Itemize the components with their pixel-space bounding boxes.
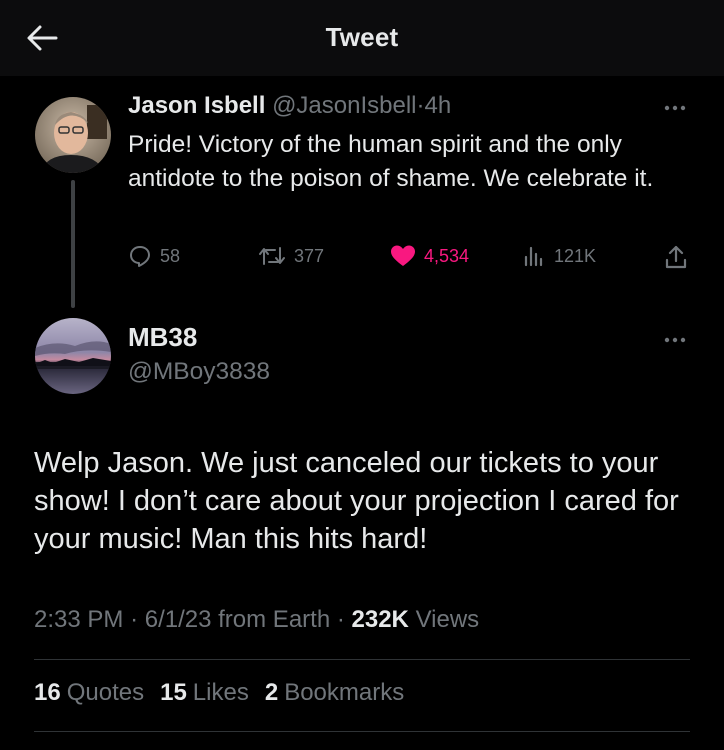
more-options-button[interactable] — [660, 100, 690, 116]
author-handle[interactable]: @JasonIsbell — [272, 92, 416, 119]
share-icon — [665, 245, 687, 269]
avatar-photo-jason — [35, 97, 111, 173]
views-button[interactable]: 121K — [522, 244, 596, 268]
heart-icon — [391, 245, 415, 266]
reply-button[interactable]: 58 — [128, 244, 180, 268]
likes-count: 15 — [160, 679, 187, 706]
retweet-button[interactable]: 377 — [258, 244, 324, 268]
more-options-button[interactable] — [660, 332, 690, 348]
retweet-icon — [259, 247, 285, 265]
views-total: 232K — [351, 606, 409, 633]
reply-author-handle[interactable]: @MBoy3838 — [128, 358, 270, 386]
views-icon — [524, 246, 543, 267]
tweet-actions-bar: 58 377 4,534 121K — [128, 244, 696, 274]
thread-connector-line — [71, 180, 75, 308]
reply-count: 58 — [160, 245, 181, 266]
likes-label: Likes — [192, 679, 249, 706]
tweet-source: from Earth — [218, 606, 331, 633]
reply-author-name[interactable]: MB38 — [128, 322, 197, 353]
share-button[interactable] — [664, 244, 688, 270]
tweet-time[interactable]: 4h — [425, 92, 452, 119]
likes-stat[interactable]: 15 Likes — [160, 679, 249, 707]
bookmarks-stat[interactable]: 2 Bookmarks — [265, 679, 404, 707]
retweet-count: 377 — [294, 245, 325, 266]
avatar-jason[interactable] — [35, 97, 111, 173]
separator-dot: · — [130, 606, 139, 633]
more-icon — [664, 105, 686, 111]
quotes-count: 16 — [34, 679, 61, 706]
author-name[interactable]: Jason Isbell — [128, 92, 265, 119]
tweet-date[interactable]: 6/1/23 — [145, 606, 212, 633]
engagement-stats: 16 Quotes 15 Likes 2 Bookmarks — [34, 679, 404, 707]
quotes-label: Quotes — [66, 679, 145, 706]
avatar-photo-mb38 — [35, 318, 111, 394]
tweet-timestamp[interactable]: 2:33 PM — [34, 606, 123, 633]
parent-tweet-text: Pride! Victory of the human spirit and t… — [128, 131, 654, 192]
quotes-stat[interactable]: 16 Quotes — [34, 679, 144, 707]
tweet-metadata: 2:33 PM · 6/1/23 from Earth · 232K Views — [34, 606, 479, 634]
separator-dot: · — [336, 606, 345, 633]
more-icon — [664, 337, 686, 343]
reply-icon — [130, 246, 150, 267]
divider — [34, 731, 690, 732]
divider — [34, 659, 690, 660]
separator-dot: · — [416, 92, 425, 119]
avatar-mb38[interactable] — [35, 318, 111, 394]
page-title: Tweet — [325, 22, 399, 52]
bookmarks-count: 2 — [264, 679, 279, 706]
top-bar: Tweet — [0, 0, 724, 76]
like-button[interactable]: 4,534 — [390, 244, 469, 268]
reply-tweet-text: Welp Jason. We just canceled our tickets… — [34, 447, 679, 555]
parent-tweet-header: Jason Isbell @JasonIsbell·4h — [128, 92, 451, 120]
views-label: Views — [415, 606, 480, 633]
views-count: 121K — [554, 245, 597, 266]
bookmarks-label: Bookmarks — [284, 679, 405, 706]
like-count: 4,534 — [424, 245, 470, 266]
